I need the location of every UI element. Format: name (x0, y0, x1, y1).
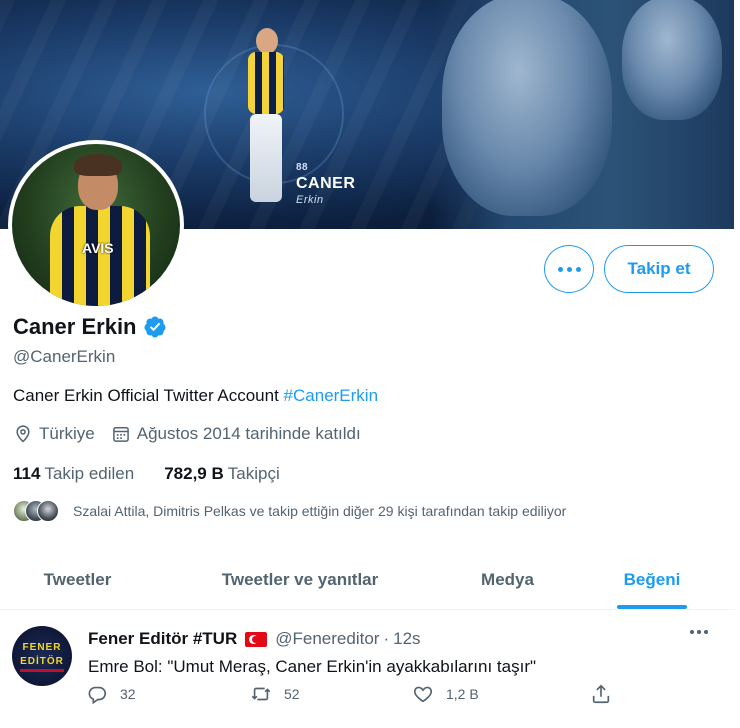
reply-icon (88, 686, 107, 705)
location-text: Türkiye (39, 424, 95, 443)
player-legs (250, 114, 282, 202)
more-dot (704, 630, 708, 634)
banner-face-small (622, 0, 722, 120)
tweet-text: Emre Bol: "Umut Meraş, Caner Erkin'in ay… (88, 657, 537, 676)
tab-tweets[interactable]: Tweetler (0, 550, 155, 609)
verified-badge-icon (143, 316, 165, 338)
turkey-flag-icon (245, 631, 268, 647)
banner-logo-number: 88 (296, 162, 309, 173)
tab-tweets-and-replies-label: Tweetler ve yanıtlar (221, 569, 379, 589)
tab-media[interactable]: Medya (445, 550, 570, 609)
calendar-icon (112, 427, 129, 442)
tweet-author-avatar[interactable]: FENER EDİTÖR (12, 626, 72, 686)
banner-logo: 88 CANER Erkin (296, 160, 355, 208)
profile-stats: 114 Takip edilen 782,9 B Takipçi (13, 464, 310, 484)
profile-joined: Ağustos 2014 tarihinde katıldı (111, 424, 361, 444)
player-jersey (248, 52, 284, 114)
tweet-time[interactable]: 12s (393, 629, 420, 649)
reply-count: 32 (120, 686, 136, 702)
tab-tweets-label: Tweetler (43, 569, 112, 589)
followers-link[interactable]: 782,9 B Takipçi (164, 464, 280, 484)
following-count: 114 (13, 464, 41, 483)
active-tab-indicator (617, 605, 687, 609)
profile-meta: Türkiye Ağustos 2014 tarihinde katıldı (13, 424, 377, 444)
banner-portrait (430, 0, 734, 229)
like-count: 1,2 B (446, 686, 479, 702)
retweet-button[interactable]: 52 (250, 683, 300, 705)
follow-button[interactable]: Takip et (604, 245, 714, 293)
followed-by-text: Szalai Attila, Dimitris Pelkas ve takip … (73, 503, 567, 519)
bio-text: Caner Erkin Official Twitter Account (13, 386, 284, 405)
avatar-sponsor: AVIS (82, 240, 114, 256)
tab-tweets-and-replies[interactable]: Tweetler ve yanıtlar (155, 550, 445, 609)
avatar-shirt (50, 206, 150, 306)
banner-logo-signature: Erkin (296, 194, 324, 206)
bio-hashtag-link[interactable]: #CanerErkin (284, 386, 379, 405)
tweet-separator: · (383, 629, 390, 648)
tweet-avatar-text-2: EDİTÖR (20, 656, 64, 667)
retweet-icon (251, 687, 271, 701)
profile-bio: Caner Erkin Official Twitter Account #Ca… (13, 386, 378, 406)
banner-logo-name: CANER (296, 175, 356, 192)
player-head (256, 28, 278, 54)
profile-handle: @CanerErkin (13, 347, 116, 366)
profile-name: Caner Erkin (13, 314, 137, 339)
more-options-button[interactable] (544, 245, 594, 293)
more-dot (697, 630, 701, 634)
tweet-more-button[interactable] (690, 630, 708, 634)
joined-text: Ağustos 2014 tarihinde katıldı (136, 424, 361, 443)
share-button[interactable] (590, 683, 612, 705)
location-pin-icon (16, 425, 30, 443)
avatar-hair (74, 154, 122, 176)
heart-icon (413, 686, 433, 703)
profile-name-row: Caner Erkin (13, 314, 167, 340)
tab-likes[interactable]: Beğeni (570, 550, 734, 609)
profile-avatar[interactable]: AVIS (8, 140, 184, 310)
tweet-avatar-text-1: FENER (22, 642, 62, 653)
tweet-author-handle[interactable]: @Fenereditor (275, 629, 379, 649)
followers-label: Takipçi (227, 464, 280, 483)
like-button[interactable]: 1,2 B (412, 683, 479, 705)
tweet-avatar-bar (20, 669, 64, 672)
following-label: Takip edilen (44, 464, 135, 483)
more-dot (690, 630, 694, 634)
profile-location: Türkiye (13, 424, 95, 444)
followers-you-know-link[interactable]: Szalai Attila, Dimitris Pelkas ve takip … (13, 500, 566, 522)
tab-likes-label: Beğeni (623, 569, 681, 589)
reply-button[interactable]: 32 (86, 683, 136, 705)
tweet-header: Fener Editör #TUR @Fenereditor · 12s (88, 629, 421, 649)
profile-tabs: Tweetler Tweetler ve yanıtlar Medya Beğe… (0, 550, 734, 610)
mutual-avatar (37, 500, 59, 522)
mutual-follower-avatars (13, 500, 61, 522)
tweet-author-name[interactable]: Fener Editör #TUR (88, 629, 237, 649)
following-link[interactable]: 114 Takip edilen (13, 464, 134, 484)
tab-media-label: Medya (481, 569, 534, 589)
retweet-count: 52 (284, 686, 300, 702)
banner-player (234, 28, 296, 206)
banner-face-large (442, 0, 612, 216)
share-icon (592, 684, 610, 704)
followers-count: 782,9 B (164, 464, 224, 483)
more-horizontal-icon (557, 266, 581, 272)
